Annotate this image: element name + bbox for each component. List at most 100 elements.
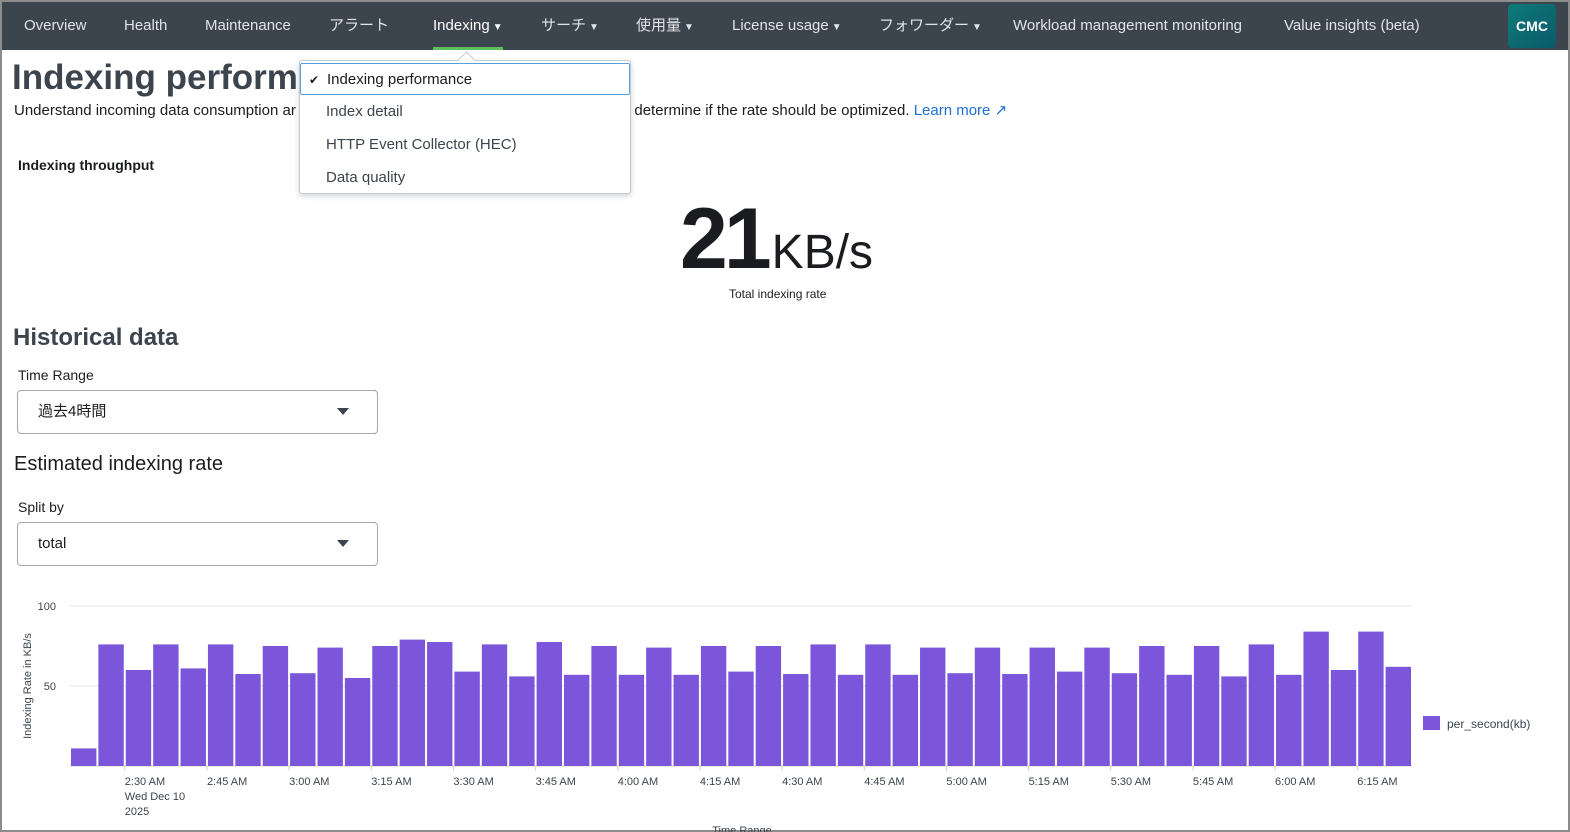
bar	[290, 673, 316, 766]
x-tick-label: 2:45 AM	[207, 776, 247, 788]
indexing-rate-chart: 50 100 2:30 AM 2:45 AM 3:00 AM 3:15 AM 3:30 AM…	[22, 601, 1530, 832]
learn-more-link[interactable]: Learn more ↗	[914, 102, 1007, 119]
x-tick-label: 6:00 AM	[1275, 776, 1315, 788]
bar	[1303, 631, 1329, 766]
x-tick-label: 5:45 AM	[1193, 776, 1233, 788]
bar	[1358, 631, 1384, 766]
nav-item-label: 使用量	[636, 17, 682, 34]
nav-item-label: License usage	[732, 17, 829, 34]
bar	[262, 646, 289, 766]
nav-item-7[interactable]: License usage ▼	[732, 2, 842, 50]
nav-item-2[interactable]: Maintenance	[205, 2, 291, 50]
desc-end: o determine if the rate should be optimi…	[621, 102, 910, 119]
bar	[563, 674, 590, 766]
caret-down-icon: ▼	[972, 22, 982, 33]
bar	[481, 644, 508, 766]
bar	[1276, 674, 1302, 766]
legend-label: per_second(kb)	[1447, 717, 1530, 731]
nav-item-1[interactable]: Health	[124, 2, 167, 50]
bar	[673, 674, 699, 766]
bar	[865, 644, 891, 766]
split-by-label: Split by	[18, 499, 64, 515]
bar	[536, 642, 562, 766]
x-axis-label: Time Range	[712, 825, 772, 832]
x-tick-label: 4:00 AM	[618, 776, 658, 788]
menu-item-2[interactable]: HTTP Event Collector (HEC)	[300, 129, 630, 161]
caret-down-icon: ▼	[589, 22, 599, 33]
bar	[372, 646, 398, 766]
menu-item-1[interactable]: Index detail	[300, 96, 630, 128]
time-range-select[interactable]: 過去4時間	[17, 390, 378, 434]
x-date-label: 2025	[125, 806, 149, 818]
bar	[344, 678, 371, 766]
caret-down-icon: ▼	[684, 22, 694, 33]
x-tick-label: 3:15 AM	[371, 776, 411, 788]
x-tick-label: 2:30 AM	[125, 776, 165, 788]
split-by-select[interactable]: total	[17, 522, 378, 566]
bar	[1221, 676, 1247, 766]
cmc-logo[interactable]: CMC	[1508, 4, 1556, 48]
bar	[810, 644, 836, 766]
bar	[509, 676, 535, 766]
bar	[1056, 671, 1083, 766]
bar	[427, 642, 453, 766]
throughput-caption: Total indexing rate	[729, 287, 827, 301]
bar	[591, 646, 617, 766]
menu-item-label: Data quality	[326, 169, 406, 186]
chart-title: Estimated indexing rate	[14, 453, 224, 475]
throughput-value: 21 KB/s	[680, 190, 873, 289]
x-tick-label: 5:30 AM	[1111, 776, 1151, 788]
nav-item-8[interactable]: フォワーダー ▼	[879, 2, 982, 50]
nav-item-label: Overview	[24, 17, 87, 34]
bar	[755, 646, 782, 766]
learn-more-label: Learn more	[913, 102, 991, 119]
nav-item-6[interactable]: 使用量 ▼	[636, 2, 694, 50]
bar	[974, 647, 1001, 766]
nav-item-label: Health	[124, 17, 168, 34]
x-tick-label: 4:45 AM	[864, 776, 904, 788]
nav-item-9[interactable]: Workload management monitoring	[1013, 2, 1242, 50]
nav-item-4[interactable]: Indexing ▼	[433, 2, 503, 50]
bar	[1166, 674, 1192, 766]
x-tick-label: 5:15 AM	[1029, 776, 1069, 788]
throughput-label: Indexing throughput	[18, 157, 155, 173]
bar	[98, 644, 124, 766]
nav-item-3[interactable]: アラート	[329, 2, 389, 50]
x-tick-label: 3:00 AM	[289, 776, 329, 788]
nav-item-label: Workload management monitoring	[1013, 17, 1243, 34]
caret-down-icon: ▼	[492, 22, 503, 33]
bar	[153, 644, 179, 766]
menu-item-label: Indexing performance	[327, 71, 473, 88]
menu-item-label: HTTP Event Collector (HEC)	[326, 136, 517, 153]
bar	[1002, 674, 1028, 766]
x-tick-label: 4:15 AM	[700, 776, 740, 788]
throughput-number: 21	[680, 191, 772, 287]
historical-title: Historical data	[13, 324, 179, 351]
throughput-unit: KB/s	[771, 226, 874, 279]
bar	[1139, 646, 1165, 766]
time-range-label: Time Range	[18, 367, 94, 383]
x-date-label: Wed Dec 10	[125, 791, 185, 803]
x-tick-label: 3:30 AM	[453, 776, 493, 788]
desc-start: Understand incoming data consumption ar	[14, 102, 296, 119]
bar	[1111, 673, 1138, 766]
bar	[399, 639, 426, 766]
caret-down-icon	[337, 408, 349, 415]
bar	[125, 670, 152, 766]
time-range-value: 過去4時間	[38, 403, 107, 420]
menu-item-0[interactable]: ✔ Indexing performance	[300, 63, 630, 95]
bar	[317, 647, 343, 766]
bar	[180, 668, 206, 766]
nav-item-0[interactable]: Overview	[24, 2, 87, 50]
menu-item-3[interactable]: Data quality	[300, 162, 630, 194]
bar	[837, 674, 864, 766]
bar	[618, 674, 645, 766]
caret-down-icon	[337, 540, 349, 547]
nav-item-5[interactable]: サーチ ▼	[541, 2, 599, 50]
top-nav: Overview Health Maintenance アラート Indexing ▼ サー…	[2, 2, 1568, 50]
caret-down-icon: ▼	[831, 22, 842, 33]
bar	[920, 647, 946, 766]
y-tick-label: 100	[38, 601, 56, 613]
nav-item-10[interactable]: Value insights (beta)	[1284, 2, 1420, 50]
bar	[207, 644, 234, 766]
